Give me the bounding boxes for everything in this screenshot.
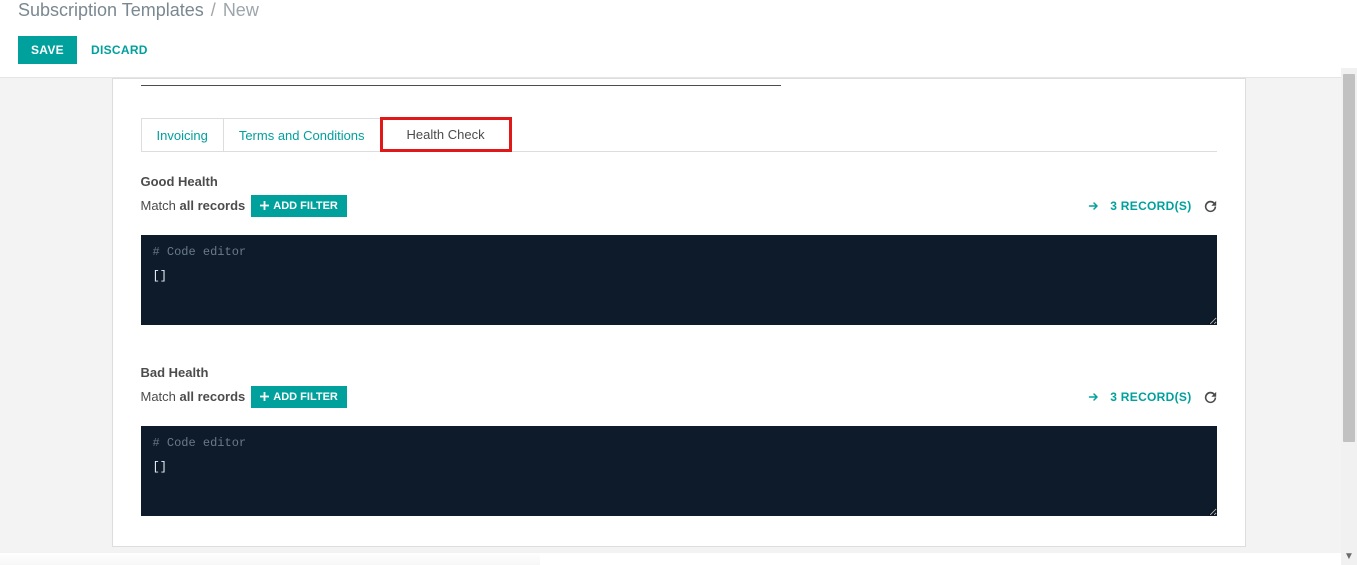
arrow-right-icon: [1088, 199, 1100, 213]
good-match-text: Match all records: [141, 198, 246, 213]
bad-health-title: Bad Health: [141, 365, 1217, 380]
discard-button[interactable]: DISCARD: [91, 43, 148, 57]
vertical-scrollbar[interactable]: ▼: [1341, 68, 1357, 565]
bad-match-bold: all records: [180, 389, 246, 404]
good-match-bold: all records: [180, 198, 246, 213]
breadcrumb-root[interactable]: Subscription Templates: [18, 0, 204, 20]
breadcrumb-sep: /: [209, 0, 218, 20]
bad-records-link[interactable]: 3 RECORD(S): [1088, 390, 1191, 404]
scroll-thumb[interactable]: [1343, 74, 1355, 442]
scroll-arrow-down-icon[interactable]: ▼: [1341, 548, 1357, 565]
section-bad-health: Bad Health Match all records ADD FILTER: [141, 365, 1217, 516]
bad-add-filter-button[interactable]: ADD FILTER: [251, 386, 347, 408]
arrow-right-icon: [1088, 390, 1100, 404]
bad-code-editor[interactable]: # Code editor []: [141, 426, 1217, 516]
breadcrumb-current: New: [223, 0, 259, 20]
tab-bar: Invoicing Terms and Conditions Health Ch…: [141, 116, 1217, 152]
good-refresh-icon[interactable]: [1204, 198, 1217, 213]
good-records-count: 3 RECORD(S): [1110, 199, 1191, 213]
bad-records-count: 3 RECORD(S): [1110, 390, 1191, 404]
bad-code-comment: # Code editor: [153, 436, 247, 450]
good-add-filter-button[interactable]: ADD FILTER: [251, 195, 347, 217]
tab-health-check[interactable]: Health Check: [380, 117, 512, 152]
title-input-underline[interactable]: [141, 85, 781, 86]
bad-refresh-icon[interactable]: [1204, 389, 1217, 404]
breadcrumb: Subscription Templates / New: [18, 0, 1339, 22]
good-add-filter-label: ADD FILTER: [273, 200, 338, 212]
bad-code-body: []: [153, 460, 1205, 474]
bad-add-filter-label: ADD FILTER: [273, 391, 338, 403]
bad-match-text: Match all records: [141, 389, 246, 404]
bad-match-prefix: Match: [141, 389, 180, 404]
good-match-prefix: Match: [141, 198, 180, 213]
form-sheet: Invoicing Terms and Conditions Health Ch…: [112, 78, 1246, 547]
plus-icon: [260, 200, 269, 212]
good-code-comment: # Code editor: [153, 245, 247, 259]
good-code-body: []: [153, 269, 1205, 283]
plus-icon: [260, 391, 269, 403]
section-good-health: Good Health Match all records ADD FILTER: [141, 174, 1217, 325]
good-health-title: Good Health: [141, 174, 1217, 189]
good-records-link[interactable]: 3 RECORD(S): [1088, 199, 1191, 213]
tab-terms[interactable]: Terms and Conditions: [224, 118, 381, 152]
tab-invoicing[interactable]: Invoicing: [141, 118, 224, 152]
good-code-editor[interactable]: # Code editor []: [141, 235, 1217, 325]
save-button[interactable]: SAVE: [18, 36, 77, 64]
bottom-shadow: [0, 551, 540, 565]
